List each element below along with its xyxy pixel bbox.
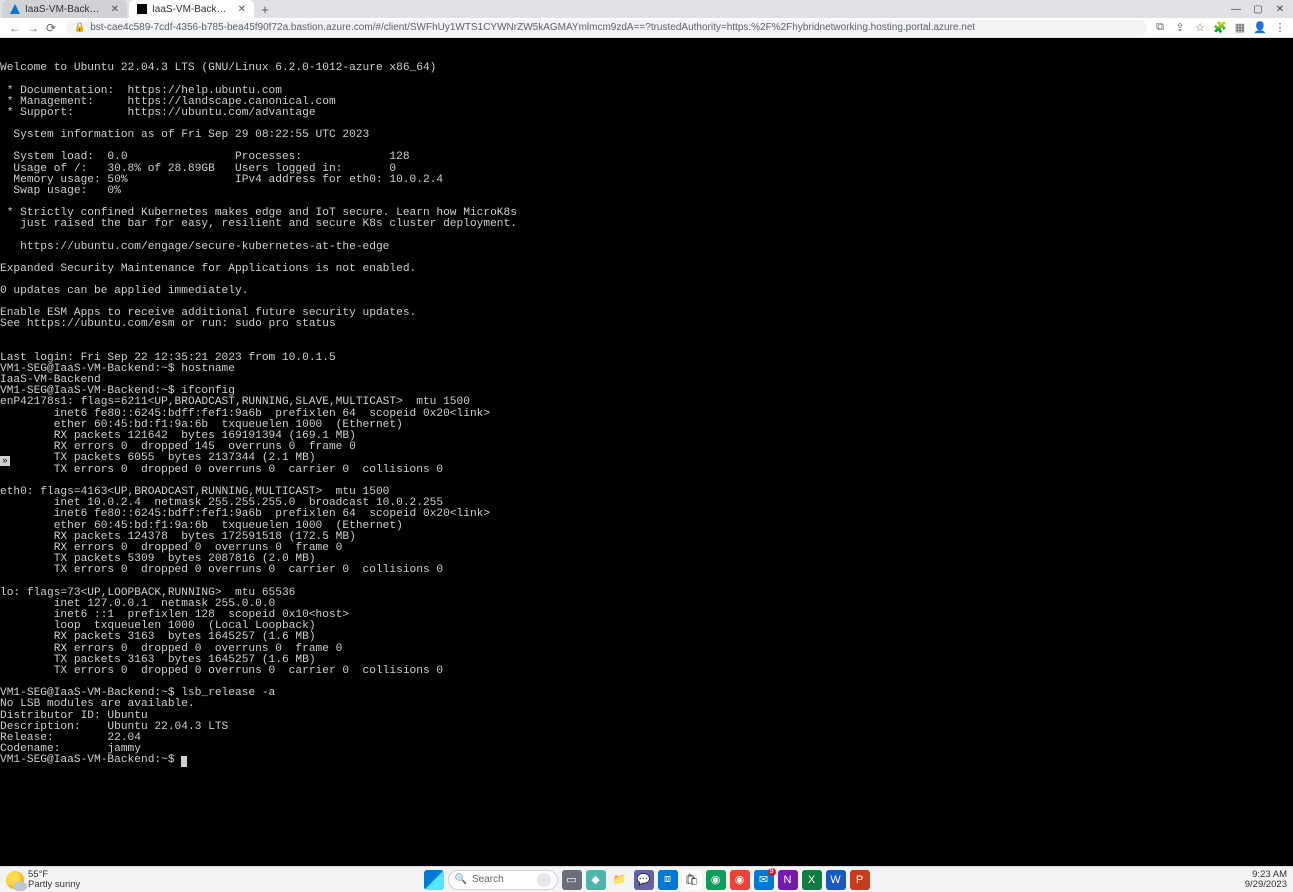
terminal-line: RX packets 3163 bytes 1645257 (1.6 MB) xyxy=(0,632,1293,643)
outlook-icon[interactable]: ✉9 xyxy=(754,870,774,890)
copilot-icon[interactable]: ◆ xyxy=(586,870,606,890)
terminal-prompt: VM1-SEG@IaaS-VM-Backend:~$ xyxy=(0,754,181,766)
taskbar-weather-widget[interactable]: 55°F Partly sunny xyxy=(6,870,80,889)
weather-desc: Partly sunny xyxy=(28,880,80,890)
clock-date: 9/29/2023 xyxy=(1245,880,1287,890)
terminal-cursor xyxy=(181,756,187,767)
search-highlight-icon xyxy=(537,873,551,887)
partly-sunny-icon xyxy=(6,871,24,889)
onenote-icon[interactable]: N xyxy=(778,870,798,890)
window-maximize-button[interactable]: ▢ xyxy=(1247,0,1269,18)
tab-close-icon[interactable]: ✕ xyxy=(238,4,246,15)
search-icon: 🔍 xyxy=(455,874,467,885)
task-view-icon[interactable]: ▭ xyxy=(562,870,582,890)
terminal-line: just raised the bar for easy, resilient … xyxy=(0,219,1293,230)
start-button[interactable] xyxy=(424,870,444,890)
word-icon[interactable]: W xyxy=(826,870,846,890)
nav-back-button[interactable]: ← xyxy=(6,19,24,37)
window-controls: — ▢ ✕ xyxy=(1225,0,1293,18)
terminal-line xyxy=(0,342,1293,353)
terminal-line: TX errors 0 dropped 0 overruns 0 carrier… xyxy=(0,565,1293,576)
tab-bastion-terminal[interactable]: IaaS-VM-Backend ✕ xyxy=(129,0,254,18)
terminal-line: System load: 0.0 Processes: 128 xyxy=(0,152,1293,163)
window-close-button[interactable]: ✕ xyxy=(1269,0,1291,18)
browser-address-bar: ← → ⟳ 🔒 bst-cae4c589-7cdf-4356-b785-bea4… xyxy=(0,18,1293,38)
ssh-terminal[interactable]: » Welcome to Ubuntu 22.04.3 LTS (GNU/Lin… xyxy=(0,38,1293,866)
vscode-icon[interactable]: ⧈ xyxy=(658,870,678,890)
window-minimize-button[interactable]: — xyxy=(1225,0,1247,18)
terminal-line: 0 updates can be applied immediately. xyxy=(0,286,1293,297)
terminal-line: See https://ubuntu.com/esm or run: sudo … xyxy=(0,319,1293,330)
terminal-favicon-icon xyxy=(137,4,147,14)
notification-badge: 9 xyxy=(768,868,776,876)
terminal-line: Codename: jammy xyxy=(0,744,1293,755)
taskbar-search-input[interactable]: 🔍 Search xyxy=(448,870,558,890)
install-app-icon[interactable]: ⧉ xyxy=(1153,21,1167,35)
terminal-line: * Support: https://ubuntu.com/advantage xyxy=(0,108,1293,119)
taskbar-clock[interactable]: 9:23 AM 9/29/2023 xyxy=(1245,870,1287,889)
search-placeholder: Search xyxy=(472,874,504,885)
terminal-line xyxy=(0,577,1293,588)
terminal-line: VM1-SEG@IaaS-VM-Backend:~$ hostname xyxy=(0,364,1293,375)
url-input[interactable]: 🔒 bst-cae4c589-7cdf-4356-b785-bea45f90f7… xyxy=(66,20,1147,36)
terminal-line: TX errors 0 dropped 0 overruns 0 carrier… xyxy=(0,465,1293,476)
terminal-line: Memory usage: 50% IPv4 address for eth0:… xyxy=(0,175,1293,186)
tabs-container: IaaS-VM-Backend - Microsoft A ✕ IaaS-VM-… xyxy=(0,0,1225,18)
terminal-line: inet6 fe80::6245:bdff:fef1:9a6b prefixle… xyxy=(0,509,1293,520)
browser-action-icons: ⧉ ⇪ ☆ 🧩 ▦ 👤 ⋮ xyxy=(1153,21,1287,35)
clipboard-indicator-icon[interactable]: » xyxy=(0,456,10,466)
excel-icon[interactable]: X xyxy=(802,870,822,890)
tab-azure-portal[interactable]: IaaS-VM-Backend - Microsoft A ✕ xyxy=(2,0,127,18)
powerpoint-icon[interactable]: P xyxy=(850,870,870,890)
nav-reload-button[interactable]: ⟳ xyxy=(42,19,60,37)
store-icon[interactable]: 🛍 xyxy=(682,870,702,890)
nav-forward-button[interactable]: → xyxy=(24,19,42,37)
lock-icon: 🔒 xyxy=(74,22,85,33)
bookmark-star-icon[interactable]: ☆ xyxy=(1193,21,1207,35)
edge-icon[interactable]: ◉ xyxy=(706,870,726,890)
profile-avatar-icon[interactable]: 👤 xyxy=(1253,21,1267,35)
url-text: bst-cae4c589-7cdf-4356-b785-bea45f90f72a… xyxy=(90,22,975,33)
new-tab-button[interactable]: + xyxy=(256,0,274,18)
terminal-line xyxy=(0,231,1293,242)
terminal-line: Expanded Security Maintenance for Applic… xyxy=(0,264,1293,275)
side-panel-icon[interactable]: ▦ xyxy=(1233,21,1247,35)
terminal-line: Description: Ubuntu 22.04.3 LTS xyxy=(0,722,1293,733)
terminal-prompt-line[interactable]: VM1-SEG@IaaS-VM-Backend:~$ xyxy=(0,755,1293,766)
terminal-line: TX packets 6055 bytes 2137344 (2.1 MB) xyxy=(0,453,1293,464)
taskbar-center: 🔍 Search ▭◆📁💬⧈🛍◉◉✉9NXWP xyxy=(424,867,870,892)
terminal-line: Release: 22.04 xyxy=(0,733,1293,744)
terminal-line xyxy=(0,331,1293,342)
kebab-menu-icon[interactable]: ⋮ xyxy=(1273,21,1287,35)
terminal-line: No LSB modules are available. xyxy=(0,699,1293,710)
share-icon[interactable]: ⇪ xyxy=(1173,21,1187,35)
extensions-puzzle-icon[interactable]: 🧩 xyxy=(1213,21,1227,35)
browser-tabstrip: IaaS-VM-Backend - Microsoft A ✕ IaaS-VM-… xyxy=(0,0,1293,18)
azure-favicon-icon xyxy=(10,4,20,14)
tab-close-icon[interactable]: ✕ xyxy=(111,4,119,15)
terminal-line: Welcome to Ubuntu 22.04.3 LTS (GNU/Linux… xyxy=(0,63,1293,74)
chrome-icon[interactable]: ◉ xyxy=(730,870,750,890)
tab-title: IaaS-VM-Backend - Microsoft A xyxy=(25,4,105,15)
tab-title: IaaS-VM-Backend xyxy=(152,4,232,15)
terminal-line: Swap usage: 0% xyxy=(0,186,1293,197)
terminal-line: TX errors 0 dropped 0 overruns 0 carrier… xyxy=(0,666,1293,677)
terminal-line: https://ubuntu.com/engage/secure-kuberne… xyxy=(0,242,1293,253)
terminal-line xyxy=(0,75,1293,86)
terminal-line: enP42178s1: flags=6211<UP,BROADCAST,RUNN… xyxy=(0,397,1293,408)
terminal-line: System information as of Fri Sep 29 08:2… xyxy=(0,130,1293,141)
teams-icon[interactable]: 💬 xyxy=(634,870,654,890)
windows-taskbar: 55°F Partly sunny 🔍 Search ▭◆📁💬⧈🛍◉◉✉9NXW… xyxy=(0,866,1293,892)
explorer-icon[interactable]: 📁 xyxy=(610,870,630,890)
